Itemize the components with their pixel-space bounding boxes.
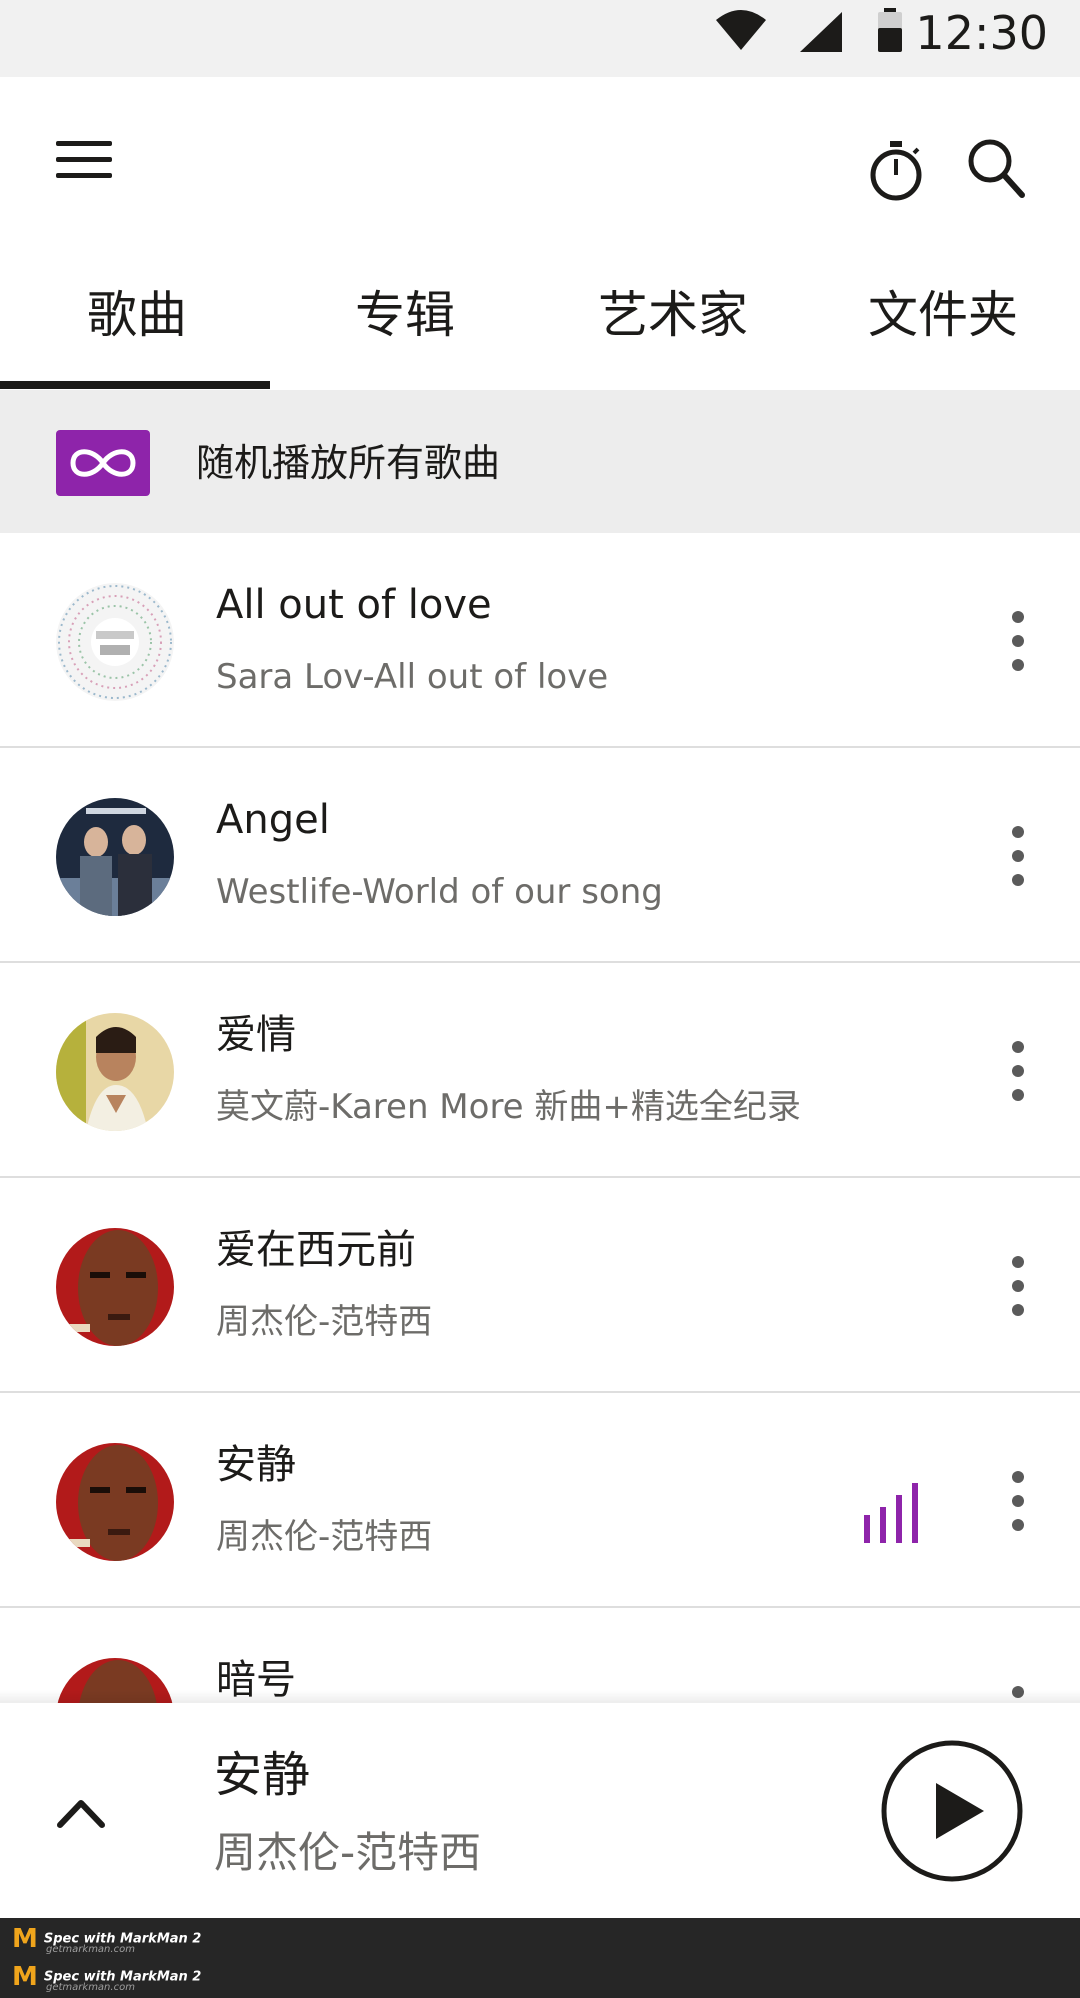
song-title: 安静 bbox=[216, 1442, 296, 1488]
album-cover bbox=[56, 1013, 174, 1131]
song-row[interactable]: 爱在西元前 周杰伦-范特西 bbox=[0, 1178, 1080, 1393]
sleep-timer-icon[interactable] bbox=[868, 139, 924, 203]
tab-bar: 歌曲 专辑 艺术家 文件夹 bbox=[0, 280, 1080, 390]
album-cover bbox=[56, 1443, 174, 1561]
song-row[interactable]: All out of love Sara Lov-All out of love bbox=[0, 533, 1080, 748]
more-options-icon[interactable] bbox=[1006, 1471, 1030, 1531]
more-options-icon[interactable] bbox=[1006, 826, 1030, 886]
markman-brand: M Spec with MarkMan 2 getmarkman.com bbox=[12, 1962, 202, 1993]
album-cover bbox=[56, 1228, 174, 1346]
markman-logo-icon: M bbox=[12, 1924, 38, 1954]
shuffle-all-label: 随机播放所有歌曲 bbox=[196, 441, 501, 485]
now-playing-bar[interactable]: 安静 周杰伦-范特西 bbox=[0, 1703, 1080, 1918]
hamburger-menu-icon[interactable] bbox=[56, 141, 112, 181]
top-app-bar bbox=[0, 77, 1080, 227]
song-row[interactable]: Angel Westlife-World of our song bbox=[0, 748, 1080, 963]
song-artist-album: Sara Lov-All out of love bbox=[216, 657, 609, 697]
more-options-icon[interactable] bbox=[1006, 611, 1030, 671]
song-title: 爱在西元前 bbox=[216, 1227, 416, 1273]
song-artist-album: 莫文蔚-Karen More 新曲+精选全纪录 bbox=[216, 1087, 801, 1127]
album-cover bbox=[56, 798, 174, 916]
song-artist-album: Westlife-World of our song bbox=[216, 872, 663, 912]
status-bar: 12:30 bbox=[0, 0, 1080, 77]
song-artist-album: 周杰伦-范特西 bbox=[216, 1302, 433, 1342]
song-row[interactable]: 爱情 莫文蔚-Karen More 新曲+精选全纪录 bbox=[0, 963, 1080, 1178]
more-options-icon[interactable] bbox=[1006, 1041, 1030, 1101]
search-icon[interactable] bbox=[966, 137, 1026, 201]
play-icon[interactable] bbox=[880, 1739, 1024, 1883]
player-shadow bbox=[0, 1690, 1080, 1704]
tab-songs[interactable]: 歌曲 bbox=[87, 280, 187, 350]
now-playing-title: 安静 bbox=[214, 1747, 311, 1803]
song-title: 爱情 bbox=[216, 1012, 296, 1058]
tab-albums[interactable]: 专辑 bbox=[355, 280, 455, 350]
now-playing-artist-album: 周杰伦-范特西 bbox=[214, 1828, 482, 1877]
markman-logo-icon: M bbox=[12, 1962, 38, 1992]
status-time: 12:30 bbox=[915, 6, 1048, 60]
tab-folders[interactable]: 文件夹 bbox=[868, 280, 1018, 350]
markman-brand: M Spec with MarkMan 2 getmarkman.com bbox=[12, 1924, 202, 1955]
battery-icon bbox=[878, 8, 902, 52]
more-options-icon[interactable] bbox=[1006, 1256, 1030, 1316]
song-row[interactable]: 安静 周杰伦-范特西 bbox=[0, 1393, 1080, 1608]
chevron-up-icon[interactable] bbox=[56, 1795, 106, 1829]
cell-signal-icon bbox=[800, 12, 842, 52]
song-title: Angel bbox=[216, 797, 330, 843]
footer-watermark: M Spec with MarkMan 2 getmarkman.com M Spe… bbox=[0, 1918, 1080, 1998]
shuffle-infinity-icon bbox=[56, 430, 150, 496]
now-playing-equalizer-icon bbox=[864, 1483, 918, 1543]
wifi-icon bbox=[716, 10, 766, 50]
song-artist-album: 周杰伦-范特西 bbox=[216, 1517, 433, 1557]
shuffle-all-row[interactable]: 随机播放所有歌曲 bbox=[0, 390, 1080, 533]
tab-indicator bbox=[0, 381, 270, 389]
song-title: All out of love bbox=[216, 582, 492, 628]
album-cover bbox=[56, 583, 174, 701]
tab-artists[interactable]: 艺术家 bbox=[598, 280, 748, 350]
